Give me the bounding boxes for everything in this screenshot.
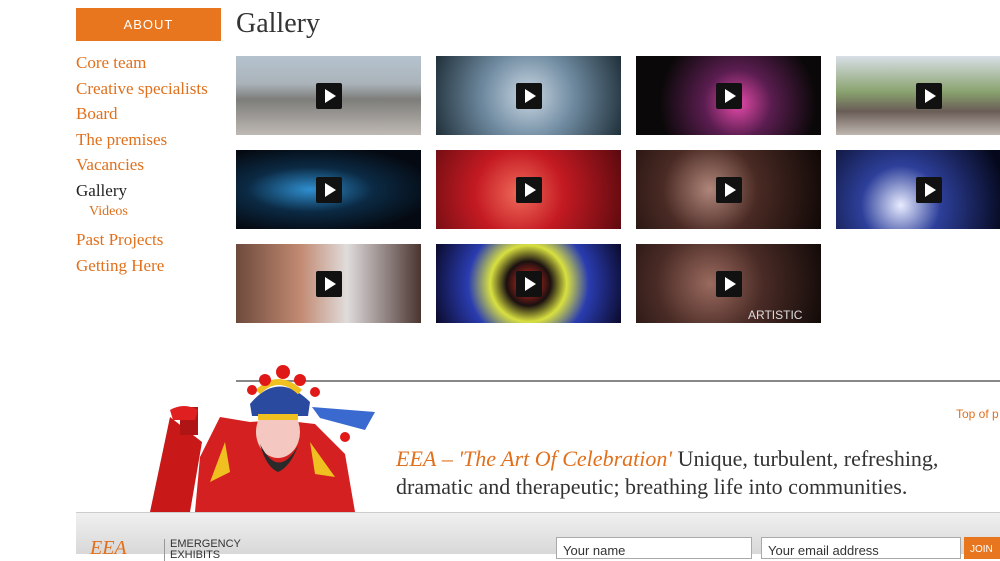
play-icon xyxy=(715,176,742,203)
play-icon xyxy=(715,82,742,109)
video-thumbnail[interactable] xyxy=(836,150,1000,229)
video-thumbnail[interactable]: ARTISTIC xyxy=(636,244,821,323)
footer: EEA EMERGENCY EXHIBITS Your name Your em… xyxy=(76,512,1000,561)
play-icon xyxy=(315,82,342,109)
video-thumbnail[interactable] xyxy=(236,244,421,323)
play-icon xyxy=(315,270,342,297)
join-button[interactable]: JOIN xyxy=(964,537,1000,559)
play-icon xyxy=(915,176,942,203)
tagline-text-2: dramatic and therapeutic; breathing life… xyxy=(396,474,908,499)
sidebar-item-vacancies[interactable]: Vacancies xyxy=(76,152,221,178)
sidebar-item-videos[interactable]: Videos xyxy=(76,203,221,221)
page-title: Gallery xyxy=(236,8,320,39)
performer-illustration xyxy=(140,362,385,517)
tagline-dash: – xyxy=(436,446,459,471)
play-icon xyxy=(515,176,542,203)
name-input[interactable]: Your name xyxy=(556,537,752,559)
footer-org-line-2: EXHIBITS xyxy=(170,549,221,561)
play-icon xyxy=(715,270,742,297)
sidebar: ABOUT Core team Creative specialists Boa… xyxy=(76,8,221,278)
sidebar-item-core-team[interactable]: Core team xyxy=(76,50,221,76)
video-thumbnail[interactable] xyxy=(236,56,421,135)
tagline-title: 'The Art Of Celebration' xyxy=(458,446,673,471)
sidebar-item-premises[interactable]: The premises xyxy=(76,127,221,153)
top-of-page-link[interactable]: Top of p xyxy=(956,407,999,421)
footer-org-name: EMERGENCY EXHIBITS xyxy=(164,539,241,561)
footer-logo: EEA xyxy=(90,537,127,559)
eea-brand: EEA xyxy=(396,446,437,471)
video-thumbnail[interactable] xyxy=(436,244,621,323)
tagline-text-1: Unique, turbulent, refreshing, xyxy=(672,446,939,471)
video-thumbnail[interactable] xyxy=(836,56,1000,135)
video-thumbnail[interactable] xyxy=(436,150,621,229)
video-caption: ARTISTIC xyxy=(748,308,803,322)
play-icon xyxy=(515,270,542,297)
video-thumbnail[interactable] xyxy=(636,150,821,229)
sidebar-item-board[interactable]: Board xyxy=(76,101,221,127)
sidebar-nav: Core team Creative specialists Board The… xyxy=(76,50,221,278)
sidebar-item-gallery[interactable]: Gallery xyxy=(76,178,221,204)
play-icon xyxy=(515,82,542,109)
sidebar-item-creative-specialists[interactable]: Creative specialists xyxy=(76,76,221,102)
play-icon xyxy=(915,82,942,109)
video-thumbnail[interactable] xyxy=(636,56,821,135)
tagline: EEA – 'The Art Of Celebration' Unique, t… xyxy=(396,445,938,501)
sidebar-item-past-projects[interactable]: Past Projects xyxy=(76,227,221,253)
video-thumbnail[interactable] xyxy=(436,56,621,135)
play-icon xyxy=(315,176,342,203)
video-thumbnail[interactable] xyxy=(236,150,421,229)
sidebar-item-getting-here[interactable]: Getting Here xyxy=(76,253,221,279)
about-header[interactable]: ABOUT xyxy=(76,8,221,41)
email-input[interactable]: Your email address xyxy=(761,537,961,559)
